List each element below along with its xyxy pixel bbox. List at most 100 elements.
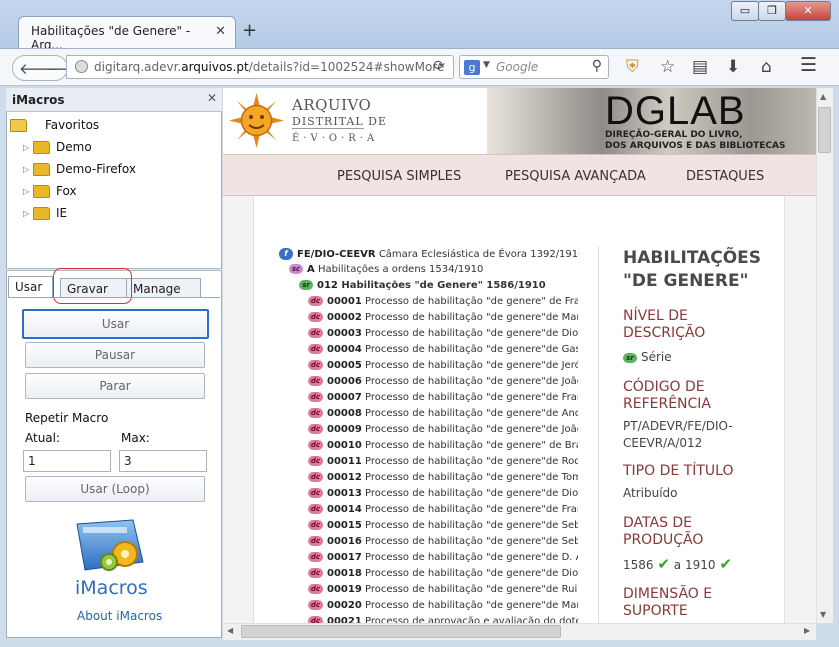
minimize-button[interactable]: ▭	[731, 1, 759, 21]
shield-icon[interactable]: ⛨	[626, 57, 639, 77]
tab-manage[interactable]: Manage	[126, 278, 201, 298]
google-engine-icon[interactable]: g	[464, 60, 480, 75]
tree-item-demo-firefox[interactable]: ▷ Demo-Firefox	[23, 162, 136, 176]
record-title: HABILITAÇÕES "DE GENERE"	[623, 248, 762, 291]
close-tab-icon[interactable]: ✕	[215, 24, 226, 39]
dglab-logo[interactable]: DGLAB	[605, 89, 746, 134]
menu-simple-search[interactable]: PESQUISA SIMPLES	[337, 169, 461, 184]
document-title: Processo de habilitação "de genere"de Se…	[364, 520, 578, 531]
archive-name-line3: É·V·O·R·A	[292, 133, 379, 144]
stop-button[interactable]: Parar	[25, 373, 205, 399]
document-number: 00001	[327, 296, 362, 307]
tab-usar[interactable]: Usar	[8, 276, 53, 298]
dates-heading: DATAS DE PRODUÇÃO	[623, 515, 704, 548]
scroll-down-arrow-icon[interactable]: ▼	[820, 610, 826, 619]
scroll-right-arrow-icon[interactable]: ▶	[804, 626, 810, 635]
vertical-scroll-thumb[interactable]	[818, 107, 831, 153]
max-field[interactable]: 3	[119, 450, 207, 472]
vertical-scrollbar[interactable]	[816, 88, 833, 623]
document-row[interactable]: dc 00015 Processo de habilitação "de gene…	[308, 520, 578, 531]
series-row[interactable]: sr 012 Habilitações "de Genere" 1586/1910	[299, 280, 579, 291]
document-row[interactable]: dc 00009 Processo de habilitação "de gene…	[308, 424, 578, 435]
document-row[interactable]: dc 00010 Processo de habilitação "de gene…	[308, 440, 578, 451]
document-number: 00002	[327, 312, 362, 323]
document-title: Processo de habilitação "de genere"de Di…	[364, 328, 578, 339]
document-row[interactable]: dc 00018 Processo de habilitação "de gene…	[308, 568, 578, 579]
document-row[interactable]: dc 00011 Processo de habilitação "de gene…	[308, 456, 578, 467]
document-number: 00003	[327, 328, 362, 339]
new-tab-button[interactable]: +	[242, 20, 257, 41]
document-row[interactable]: dc 00019 Processo de habilitação "de gene…	[308, 584, 578, 595]
tree-item-fox[interactable]: ▷ Fox	[23, 184, 77, 198]
menu-highlights[interactable]: DESTAQUES	[686, 169, 764, 184]
folder-icon	[33, 207, 50, 220]
document-title: Processo de habilitação "de genere"de Fr…	[364, 392, 578, 403]
document-number: 00007	[327, 392, 362, 403]
tree-item-favoritos[interactable]: Favoritos	[10, 118, 99, 132]
scroll-left-arrow-icon[interactable]: ◀	[227, 626, 233, 635]
document-title: Processo de habilitação "de genere"de Ma…	[364, 600, 578, 611]
section-row[interactable]: sc A Habilitações a ordens 1534/1910	[289, 264, 579, 275]
tree-item-demo[interactable]: ▷ Demo	[23, 140, 92, 154]
expand-arrow-icon[interactable]: ▷	[23, 165, 33, 174]
max-label: Max:	[121, 431, 150, 445]
document-row[interactable]: dc 00013 Processo de habilitação "de gene…	[308, 488, 578, 499]
current-field[interactable]: 1	[23, 450, 111, 472]
about-imacros-link[interactable]: About iMacros	[77, 609, 162, 623]
document-row[interactable]: dc 00006 Processo de habilitação "de gene…	[308, 376, 578, 387]
search-bar[interactable]: g ▼ Google ⚲	[459, 55, 609, 79]
home-icon[interactable]: ⌂	[761, 57, 772, 77]
url-bar[interactable]: digitarq.adevr.arquivos.pt/details?id=10…	[66, 55, 454, 79]
tree-item-ie[interactable]: ▷ IE	[23, 206, 67, 220]
download-icon[interactable]: ⬇	[726, 57, 740, 77]
url-path: /details?id=1002524#showMore	[248, 60, 445, 74]
star-icon[interactable]: ☆	[660, 57, 675, 77]
expand-arrow-icon[interactable]: ▷	[23, 187, 33, 196]
fonds-row[interactable]: f FE/DIO-CEEVR Câmara Eclesiástica de Évo…	[279, 248, 579, 260]
document-number: 00017	[327, 552, 362, 563]
expand-arrow-icon[interactable]: ▷	[23, 209, 33, 218]
document-title: Processo de habilitação "de genere"de Je…	[364, 360, 578, 371]
document-row[interactable]: dc 00016 Processo de habilitação "de gene…	[308, 536, 578, 547]
tab-divider	[8, 297, 220, 298]
play-loop-button[interactable]: Usar (Loop)	[25, 476, 205, 502]
horizontal-scroll-thumb[interactable]	[241, 625, 561, 638]
document-number: 00008	[327, 408, 362, 419]
document-level-badge: dc	[308, 344, 323, 354]
document-title: Processo de habilitação "de genere"de Ga…	[364, 344, 578, 355]
document-row[interactable]: dc 00002 Processo de habilitação "de gene…	[308, 312, 578, 323]
sun-logo-icon[interactable]	[229, 93, 284, 148]
document-row[interactable]: dc 00020 Processo de habilitação "de gene…	[308, 600, 578, 611]
document-title: Processo de habilitação "de genere"de Fr…	[364, 504, 578, 515]
document-row[interactable]: dc 00001 Processo de habilitação "de gene…	[308, 296, 578, 307]
document-title: Processo de habilitação "de genere"de D.…	[364, 552, 578, 563]
archive-name-line2: DISTRITAL DE	[292, 115, 387, 128]
pause-button[interactable]: Pausar	[25, 342, 205, 368]
document-row[interactable]: dc 00007 Processo de habilitação "de gene…	[308, 392, 578, 403]
document-row[interactable]: dc 00008 Processo de habilitação "de gene…	[308, 408, 578, 419]
document-number: 00013	[327, 488, 362, 499]
document-row[interactable]: dc 00003 Processo de habilitação "de gene…	[308, 328, 578, 339]
chevron-down-icon[interactable]: ▼	[483, 60, 490, 70]
search-icon[interactable]: ⚲	[592, 58, 602, 74]
expand-arrow-icon[interactable]: ▷	[23, 143, 33, 152]
reading-list-icon[interactable]: ▤	[692, 57, 708, 77]
play-button[interactable]: Usar	[22, 309, 209, 339]
close-panel-icon[interactable]: ✕	[207, 91, 217, 105]
reload-icon[interactable]: ⟳	[433, 58, 445, 74]
document-row[interactable]: dc 00017 Processo de habilitação "de gene…	[308, 552, 578, 563]
document-row[interactable]: dc 00014 Processo de habilitação "de gene…	[308, 504, 578, 515]
menu-advanced-search[interactable]: PESQUISA AVANÇADA	[505, 169, 646, 184]
close-window-button[interactable]: ✕	[785, 1, 831, 21]
document-level-badge: dc	[308, 376, 323, 386]
menu-icon[interactable]: ☰	[800, 54, 817, 76]
document-row[interactable]: dc 00004 Processo de habilitação "de gene…	[308, 344, 578, 355]
browser-tab[interactable]: Habilitações "de Genere" - Arq... ✕	[18, 16, 236, 52]
document-level-badge: dc	[308, 456, 323, 466]
document-row[interactable]: dc 00012 Processo de habilitação "de gene…	[308, 472, 578, 483]
document-level-badge: dc	[308, 472, 323, 482]
maximize-button[interactable]: ❐	[758, 1, 786, 21]
scroll-up-arrow-icon[interactable]: ▲	[820, 92, 826, 101]
document-row[interactable]: dc 00005 Processo de habilitação "de gene…	[308, 360, 578, 371]
document-level-badge: dc	[308, 536, 323, 546]
